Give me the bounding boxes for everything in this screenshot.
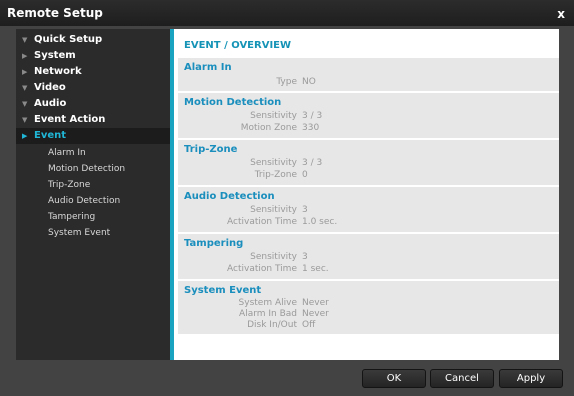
tree-item-label: Audio: [34, 98, 67, 109]
collapse-arrow-icon: ▶: [22, 68, 28, 76]
sub-item-trip-zone[interactable]: Trip-Zone: [16, 177, 170, 193]
tree-item-audio[interactable]: ▼ Audio: [16, 96, 170, 112]
tree-item-system[interactable]: ▶ System: [16, 48, 170, 64]
collapse-arrow-icon: ▶: [22, 52, 28, 60]
expand-arrow-icon: ▼: [22, 116, 28, 124]
row-value: Off: [302, 320, 316, 330]
expand-arrow-icon: ▼: [22, 36, 28, 44]
overview-panel: EVENT / OVERVIEW Alarm In Type NO Motion…: [174, 29, 559, 360]
section-system-event: System Event System Alive Never Alarm In…: [178, 281, 559, 334]
info-row: Sensitivity 3: [178, 204, 559, 216]
expand-arrow-icon: ▼: [22, 84, 28, 92]
info-row: Sensitivity 3: [178, 251, 559, 263]
row-key: Activation Time: [227, 264, 297, 274]
tree-item-event[interactable]: ▶ Event: [16, 128, 170, 144]
row-value: 330: [302, 123, 320, 133]
row-key: Sensitivity: [250, 111, 297, 121]
tree-item-label: Video: [34, 82, 66, 93]
section-title: Alarm In: [184, 62, 232, 73]
section-title: Audio Detection: [184, 191, 275, 202]
window-title: Remote Setup: [7, 6, 103, 20]
info-row: Trip-Zone 0: [178, 169, 559, 181]
row-key: Sensitivity: [250, 205, 297, 215]
expand-arrow-icon: ▼: [22, 100, 28, 108]
info-row: Sensitivity 3 / 3: [178, 110, 559, 122]
apply-button[interactable]: Apply: [499, 369, 563, 388]
section-motion-detection: Motion Detection Sensitivity 3 / 3 Motio…: [178, 93, 559, 138]
row-key: Activation Time: [227, 217, 297, 227]
tree-item-network[interactable]: ▶ Network: [16, 64, 170, 80]
section-trip-zone: Trip-Zone Sensitivity 3 / 3 Trip-Zone 0: [178, 140, 559, 185]
row-key: Disk In/Out: [247, 320, 297, 330]
sub-item-label: System Event: [48, 228, 111, 238]
info-row: Motion Zone 330: [178, 122, 559, 134]
section-title: Tampering: [184, 238, 244, 249]
sub-item-audio-detection[interactable]: Audio Detection: [16, 193, 170, 209]
sub-item-label: Audio Detection: [48, 196, 121, 206]
tree-item-label: Event Action: [34, 114, 106, 125]
sub-item-tampering[interactable]: Tampering: [16, 209, 170, 225]
info-row: Activation Time 1.0 sec.: [178, 216, 559, 228]
section-title: Trip-Zone: [184, 144, 238, 155]
tree-item-label: Quick Setup: [34, 34, 103, 45]
sub-item-label: Trip-Zone: [48, 180, 91, 190]
row-value: 3: [302, 252, 308, 262]
sub-item-alarm-in[interactable]: Alarm In: [16, 145, 170, 161]
section-tampering: Tampering Sensitivity 3 Activation Time …: [178, 234, 559, 279]
tree-item-label: Event: [34, 130, 67, 141]
row-value: 3 / 3: [302, 111, 323, 121]
tree-item-quick-setup[interactable]: ▼ Quick Setup: [16, 32, 170, 48]
tree-item-label: System: [34, 50, 76, 61]
sub-item-label: Motion Detection: [48, 164, 126, 174]
info-row: Activation Time 1 sec.: [178, 263, 559, 275]
row-value: NO: [302, 77, 316, 87]
row-value: 3 / 3: [302, 158, 323, 168]
tree-item-video[interactable]: ▼ Video: [16, 80, 170, 96]
settings-tree: ▼ Quick Setup ▶ System ▶ Network ▼ Video…: [16, 29, 170, 360]
info-row: Sensitivity 3 / 3: [178, 157, 559, 169]
row-value: 0: [302, 170, 308, 180]
page-title: EVENT / OVERVIEW: [184, 40, 292, 51]
row-value: 3: [302, 205, 308, 215]
collapse-arrow-icon: ▶: [22, 132, 28, 140]
sub-item-motion-detection[interactable]: Motion Detection: [16, 161, 170, 177]
sub-item-label: Alarm In: [48, 148, 86, 158]
row-key: Sensitivity: [250, 252, 297, 262]
row-key: Sensitivity: [250, 158, 297, 168]
remote-setup-window: Remote Setup x ▼ Quick Setup ▶ System ▶ …: [0, 0, 574, 396]
info-row: Type NO: [178, 76, 559, 88]
title-bar: Remote Setup x: [0, 0, 574, 26]
close-icon[interactable]: x: [557, 0, 565, 28]
tree-item-label: Network: [34, 66, 82, 77]
row-key: Type: [276, 77, 297, 87]
cancel-button[interactable]: Cancel: [430, 369, 494, 388]
section-title: System Event: [184, 285, 262, 296]
section-alarm-in: Alarm In Type NO: [178, 58, 559, 91]
row-key: Motion Zone: [240, 123, 297, 133]
info-row: Disk In/Out Off: [178, 319, 559, 331]
tree-item-event-action[interactable]: ▼ Event Action: [16, 112, 170, 128]
row-value: 1.0 sec.: [302, 217, 338, 227]
row-key: Trip-Zone: [254, 170, 297, 180]
ok-button[interactable]: OK: [362, 369, 426, 388]
sub-item-system-event[interactable]: System Event: [16, 225, 170, 241]
section-title: Motion Detection: [184, 97, 282, 108]
row-value: 1 sec.: [302, 264, 329, 274]
section-audio-detection: Audio Detection Sensitivity 3 Activation…: [178, 187, 559, 232]
sub-item-label: Tampering: [48, 212, 96, 222]
